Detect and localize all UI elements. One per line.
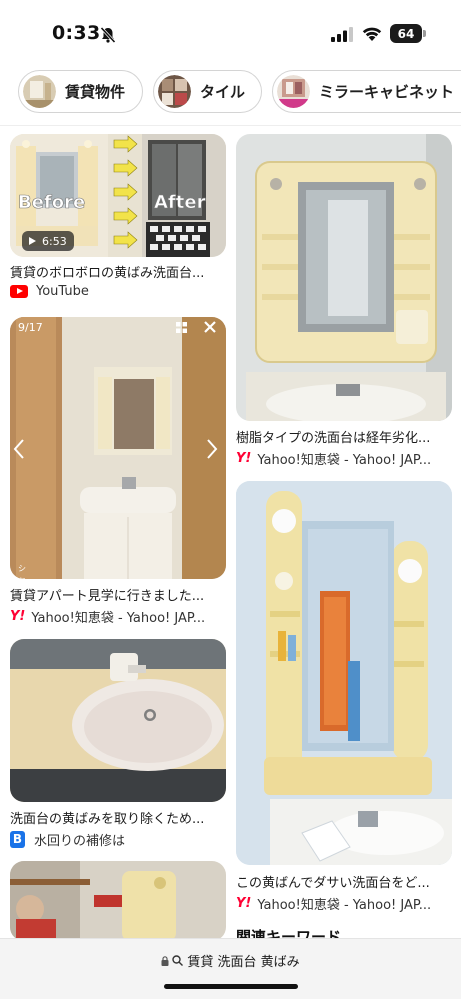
chevron-left-icon[interactable]	[12, 438, 26, 460]
chip-thumbnail	[277, 75, 310, 108]
status-bar: 0:33 64	[0, 0, 461, 62]
source-name: Yahoo!知恵袋 - Yahoo! JAP...	[257, 453, 432, 468]
result-source: YouTube	[10, 284, 226, 299]
yahoo-icon: Y!	[236, 896, 252, 911]
result-source: B 水回りの補修は	[10, 830, 226, 849]
result-source: Y! Yahoo!知恵袋 - Yahoo! JAP...	[236, 894, 452, 913]
cellular-signal-icon	[331, 27, 353, 42]
chip-mirror-cabinet[interactable]: ミラーキャビネット	[272, 70, 461, 113]
grid-view-icon[interactable]	[176, 322, 187, 333]
video-duration-badge: 6:53	[22, 231, 74, 251]
yahoo-icon: Y!	[10, 609, 26, 624]
source-name: Yahoo!知恵袋 - Yahoo! JAP...	[257, 898, 432, 913]
battery-level: 64	[397, 26, 415, 41]
overlay-before-text: Before	[18, 192, 85, 213]
yahoo-icon: Y!	[236, 451, 252, 466]
overlay-after-text: After	[154, 192, 206, 213]
search-query: 賃貸 洗面台 黄ばみ	[187, 955, 300, 970]
result-title[interactable]: 賃貸のボロボロの黄ばみ洗面台...	[10, 262, 226, 281]
related-search-chips: 賃貸物件 タイル ミラーキャビネット	[18, 70, 461, 114]
bottom-address-bar[interactable]: 賃貸 洗面台 黄ばみ	[0, 938, 461, 999]
home-indicator[interactable]	[164, 984, 298, 989]
lock-icon	[161, 955, 169, 966]
source-name: 水回りの補修は	[34, 834, 126, 849]
source-name: Yahoo!知恵袋 - Yahoo! JAP...	[31, 611, 206, 626]
close-icon[interactable]	[203, 320, 217, 334]
chip-label: 賃貸物件	[65, 83, 126, 101]
chevron-right-icon[interactable]	[205, 438, 219, 460]
source-name: YouTube	[36, 284, 89, 299]
result-image-vanity[interactable]	[236, 134, 452, 421]
play-icon	[29, 237, 36, 245]
status-time: 0:33	[52, 22, 101, 44]
result-image-apartment-vanity[interactable]	[10, 317, 226, 579]
wifi-icon	[362, 27, 382, 41]
search-icon	[172, 955, 184, 966]
carousel-page-counter: 9/17	[18, 321, 43, 334]
chip-tile[interactable]: タイル	[153, 70, 262, 113]
result-image-sink-basin[interactable]	[10, 639, 226, 802]
result-title[interactable]: 洗面台の黄ばみを取り除くため...	[10, 808, 226, 827]
chip-label: タイル	[200, 83, 246, 101]
youtube-icon	[10, 285, 28, 298]
bell-slash-icon	[100, 26, 116, 44]
result-title[interactable]: この黄ばんでダサい洗面台をど...	[236, 872, 452, 891]
result-image-repair-work[interactable]	[10, 861, 226, 941]
chip-thumbnail	[158, 75, 191, 108]
result-title[interactable]: 賃貸アパート見学に行きました...	[10, 585, 226, 604]
battery-indicator: 64	[390, 24, 426, 43]
chip-rental-property[interactable]: 賃貸物件	[18, 70, 143, 113]
result-source: Y! Yahoo!知恵袋 - Yahoo! JAP...	[236, 449, 452, 468]
chip-thumbnail	[23, 75, 56, 108]
result-source: Y! Yahoo!知恵袋 - Yahoo! JAP...	[10, 607, 226, 626]
address-field[interactable]: 賃貸 洗面台 黄ばみ	[0, 951, 461, 970]
video-duration: 6:53	[42, 234, 67, 248]
result-image-yellowed-vanity[interactable]	[236, 481, 452, 865]
divider	[0, 125, 461, 126]
chip-label: ミラーキャビネット	[319, 83, 455, 101]
result-title[interactable]: 樹脂タイプの洗面台は経年劣化...	[236, 427, 452, 446]
blog-icon: B	[10, 831, 25, 848]
